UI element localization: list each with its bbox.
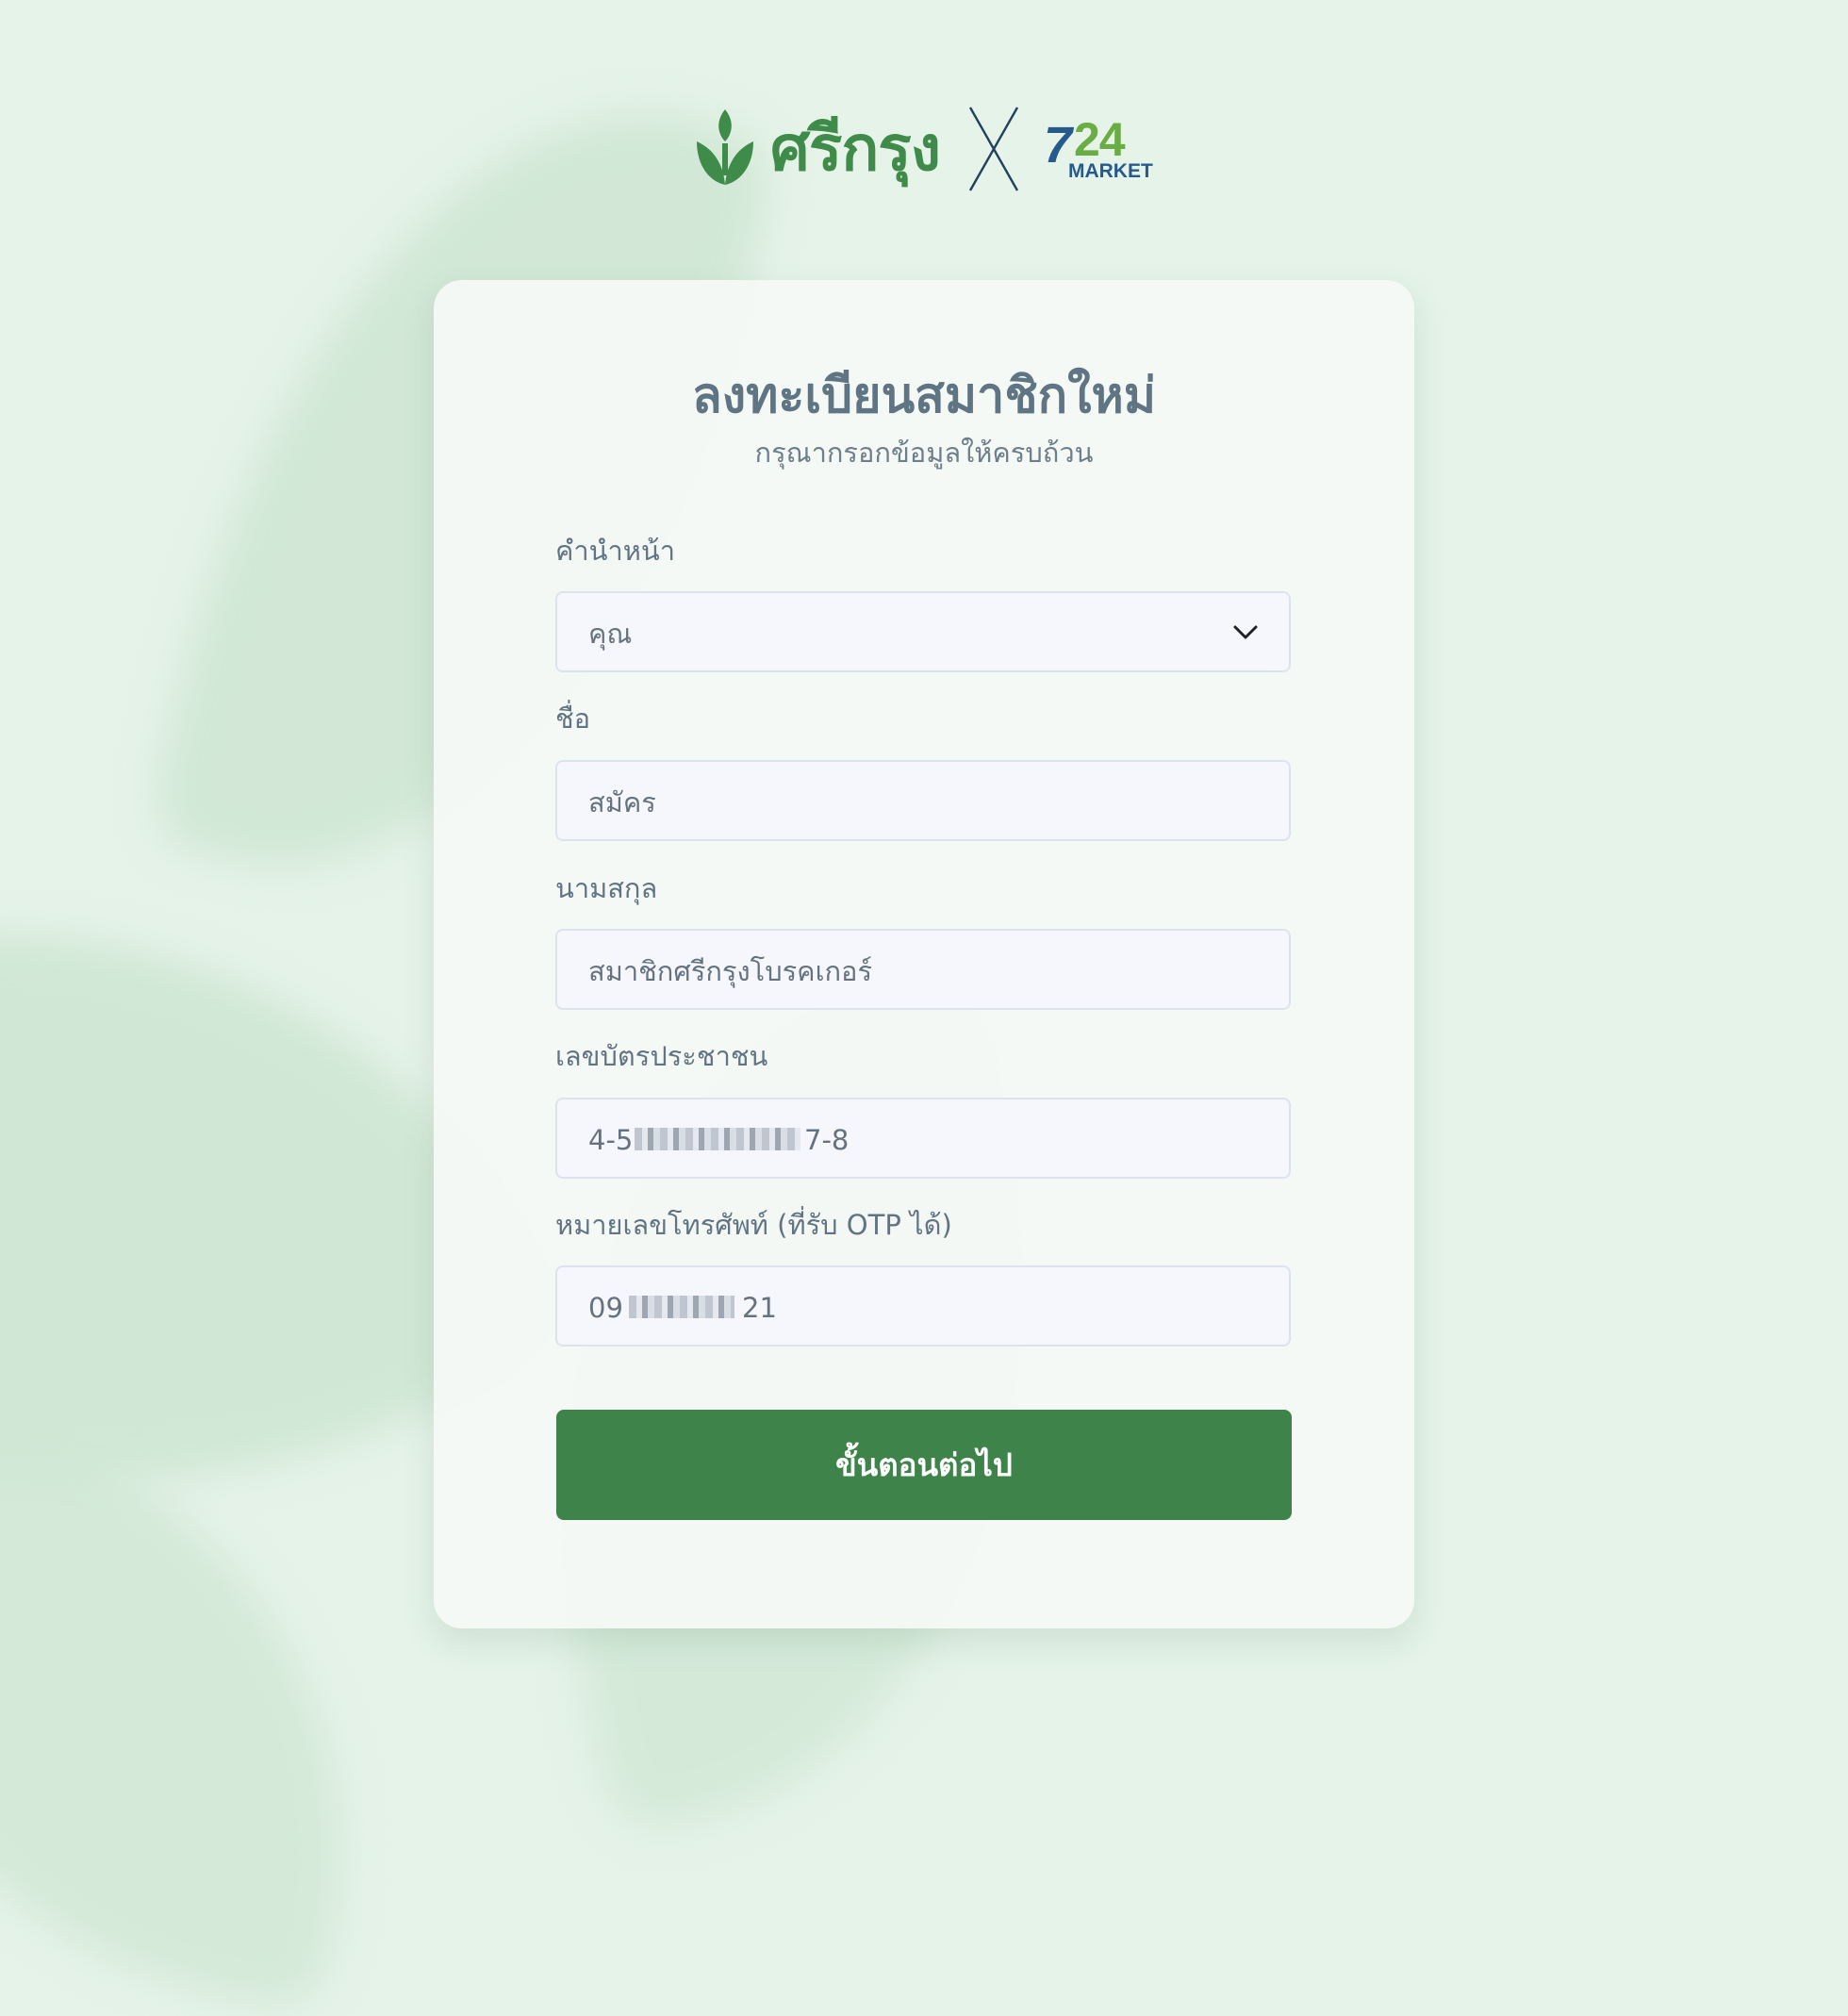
- phone-value-end: 21: [742, 1292, 777, 1324]
- redacted-digits: [629, 1296, 734, 1318]
- last-name-label: นามสกุล: [555, 872, 658, 904]
- first-name-value: สมัคร: [588, 786, 656, 818]
- registration-card: ลงทะเบียนสมาชิกใหม่ กรุณากรอกข้อมูลให้คร…: [434, 280, 1414, 1628]
- market-logo-word: MARKET: [1067, 160, 1153, 182]
- phone-value-start: 09: [588, 1292, 623, 1324]
- prefix-label: คำนำหน้า: [555, 535, 676, 567]
- phone-field[interactable]: 09 21: [555, 1265, 1291, 1347]
- prefix-select[interactable]: คุณ: [555, 591, 1291, 672]
- last-name-value: สมาชิกศรีกรุงโบรคเกอร์: [588, 955, 873, 987]
- id-card-value-end: 7-8: [804, 1124, 850, 1156]
- id-card-field[interactable]: 4-5 7-8: [555, 1098, 1291, 1179]
- next-step-button[interactable]: ขั้นตอนต่อไป: [556, 1410, 1292, 1520]
- id-card-value-start: 4-5: [588, 1124, 634, 1156]
- redacted-digits: [635, 1128, 800, 1150]
- 24-market-logo: 7 24 MARKET: [1042, 116, 1155, 182]
- page-subtitle: กรุณากรอกข้อมูลให้ครบถ้วน: [754, 437, 1094, 469]
- brand-header: ศรีกรุง 7 24 MARKET: [0, 102, 1848, 196]
- brand-name: ศรีกรุง: [770, 112, 941, 185]
- last-name-field[interactable]: สมาชิกศรีกรุงโบรคเกอร์: [555, 929, 1291, 1010]
- first-name-label: ชื่อ: [555, 702, 591, 735]
- page-title: ลงทะเบียนสมาชิกใหม่: [691, 368, 1157, 424]
- market-logo-number: 24: [1073, 113, 1126, 166]
- cross-icon: [968, 107, 1019, 191]
- background-leaf: [0, 1378, 426, 2016]
- id-card-label: เลขบัตรประชาชน: [555, 1040, 768, 1072]
- phone-label: หมายเลขโทรศัพท์ (ที่รับ OTP ได้): [555, 1209, 952, 1241]
- sprout-logo-icon: [697, 109, 753, 185]
- prefix-select-value: คุณ: [588, 618, 633, 650]
- first-name-field[interactable]: สมัคร: [555, 760, 1291, 841]
- chevron-down-icon: [1233, 625, 1258, 639]
